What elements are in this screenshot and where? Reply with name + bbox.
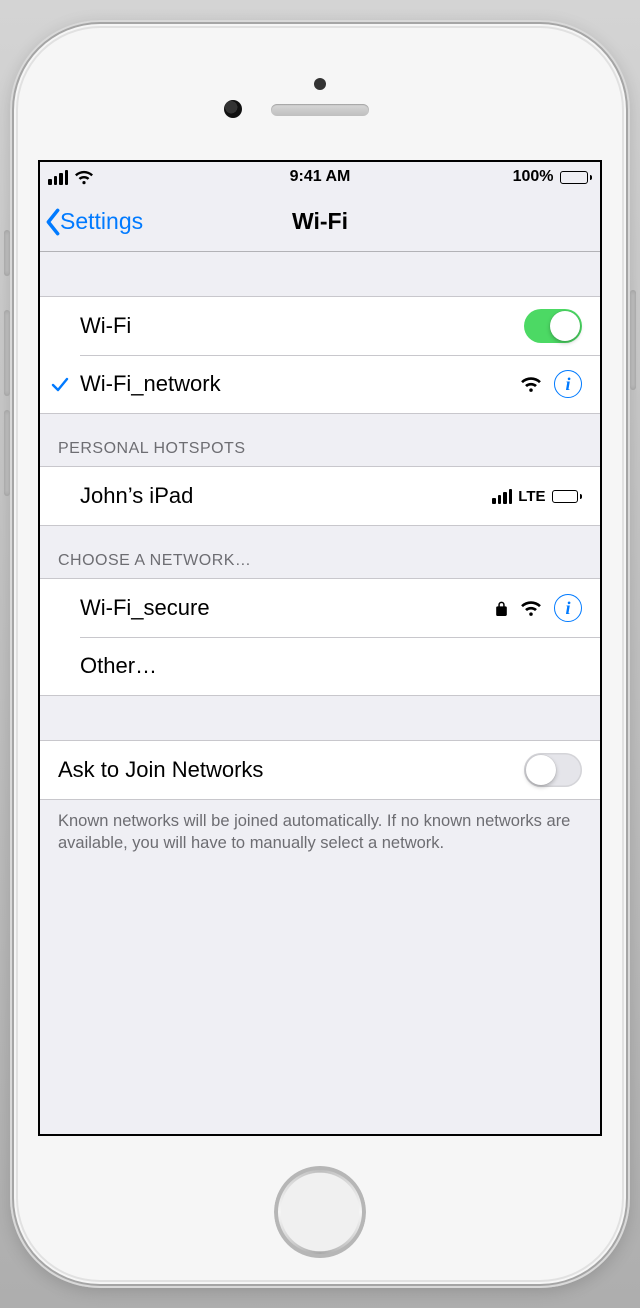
wifi-signal-icon	[520, 600, 542, 617]
wifi-signal-icon	[520, 376, 542, 393]
info-button[interactable]: i	[554, 370, 582, 398]
wifi-toggle-row: Wi-Fi	[40, 297, 600, 355]
hotspot-name: John’s iPad	[80, 483, 492, 509]
ask-join-label: Ask to Join Networks	[58, 757, 524, 783]
checkmark-icon	[40, 374, 80, 394]
networks-header: Choose a Network…	[40, 526, 600, 578]
volume-down-button	[4, 410, 10, 496]
hotspot-network-type: LTE	[518, 488, 545, 505]
ask-join-group: Ask to Join Networks	[40, 740, 600, 800]
hotspot-battery-icon	[552, 490, 583, 503]
ask-join-switch[interactable]	[524, 753, 582, 787]
lock-icon	[495, 600, 508, 617]
connected-network-name: Wi-Fi_network	[80, 371, 520, 397]
home-button[interactable]	[274, 1166, 366, 1258]
screen: 9:41 AM 100% Settings Wi-Fi	[38, 160, 602, 1136]
other-network-row[interactable]: Other…	[40, 637, 600, 695]
battery-percent: 100%	[513, 168, 554, 186]
iphone-frame: 9:41 AM 100% Settings Wi-Fi	[10, 20, 630, 1288]
wifi-toggle-label: Wi-Fi	[80, 313, 524, 339]
battery-icon	[560, 171, 593, 184]
ask-join-row: Ask to Join Networks	[40, 741, 600, 799]
proximity-sensor	[224, 100, 242, 118]
mute-switch	[4, 230, 10, 276]
hotspots-group: John’s iPad LTE	[40, 466, 600, 526]
network-name: Wi-Fi_secure	[80, 595, 495, 621]
ask-join-footer: Known networks will be joined automatica…	[40, 800, 600, 855]
hotspot-row[interactable]: John’s iPad LTE	[40, 467, 600, 525]
front-camera	[314, 78, 326, 90]
power-button	[630, 290, 636, 390]
volume-up-button	[4, 310, 10, 396]
wifi-icon	[74, 170, 94, 185]
wifi-toggle-switch[interactable]	[524, 309, 582, 343]
networks-group: Wi-Fi_secure i	[40, 578, 600, 696]
status-bar: 9:41 AM 100%	[40, 162, 600, 192]
nav-bar: Settings Wi-Fi	[40, 192, 600, 252]
back-label: Settings	[60, 208, 143, 235]
hotspot-signal-icon	[492, 489, 512, 504]
content-scroll[interactable]: Wi-Fi Wi-Fi_network	[40, 252, 600, 1134]
connected-network-row[interactable]: Wi-Fi_network i	[40, 355, 600, 413]
info-button[interactable]: i	[554, 594, 582, 622]
cellular-signal-icon	[48, 170, 68, 185]
wifi-main-group: Wi-Fi Wi-Fi_network	[40, 296, 600, 414]
back-button[interactable]: Settings	[40, 208, 143, 236]
other-label: Other…	[80, 653, 582, 679]
network-row[interactable]: Wi-Fi_secure i	[40, 579, 600, 637]
earpiece-speaker	[271, 104, 369, 116]
hotspots-header: Personal Hotspots	[40, 414, 600, 466]
